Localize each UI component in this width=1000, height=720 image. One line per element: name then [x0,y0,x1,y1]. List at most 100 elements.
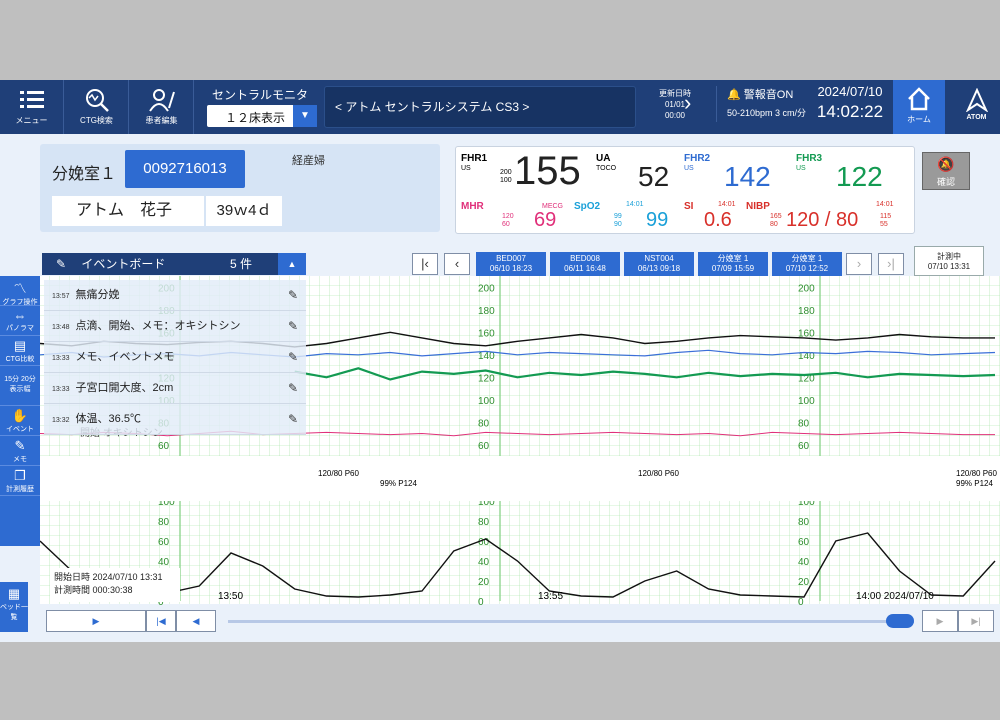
fhr1-mode: US [461,165,471,172]
ua-tick-label: 80 [478,517,490,528]
alarm-confirm-button[interactable]: 🔕 確認 [922,152,970,190]
display-width-label: 15分 20分 表示幅 [4,376,36,393]
app-window: メニュー CTG検索 患者編集 セントラルモニタ １２床表示 ▼ < アトム セ… [0,80,1000,642]
play-button[interactable]: ▶ [46,610,146,632]
memo-icon: ✎ [14,438,26,453]
panorama-button[interactable]: ⇔ パノラマ [0,306,40,336]
eventboard-header[interactable]: ✎ イベントボード 5 件 ▲ [42,253,306,275]
bed-display-value: １２床表示 [225,111,286,125]
ua-tick-label: 40 [158,557,170,568]
measurement-info: 開始日時 2024/07/10 13:31 計測時間 000:30:38 [50,568,180,602]
side-toolbar: 〽グラフ操作 ⇔ パノラマ ▤ CTG比較 15分 20分 表示幅 ✋ イベント ✎ メ… [0,276,40,546]
nibp-time: 14:01 [876,201,894,208]
fhr2-mode: US [684,165,694,172]
bed-display-select[interactable]: １２床表示 ▼ [207,105,317,127]
tab-history-4[interactable]: 分娩室 1 07/09 15:59 [698,252,768,276]
collapse-icon[interactable]: ▲ [278,253,306,275]
bell-icon: 🔔 [727,89,741,101]
pencil-icon[interactable]: ✎ [288,373,298,403]
timeline-handle[interactable] [886,614,914,628]
memo-button[interactable]: ✎ メモ [0,436,40,466]
event-time: 13:57 [52,293,70,300]
fhr-tick-label: 200 [798,283,815,294]
event-item[interactable]: 13:57 無痛分娩 ✎ [44,280,306,311]
tab-current-label: 計測中 [937,252,961,261]
ctg-search-button[interactable]: CTG検索 [65,80,129,134]
event-button[interactable]: ✋ イベント [0,406,40,436]
tab-history-2[interactable]: BED008 06/11 16:48 [550,252,620,276]
ctg-compare-button[interactable]: ▤ CTG比較 [0,336,40,366]
tab-history-5[interactable]: 分娩室 1 07/10 12:52 [772,252,842,276]
ua-tick-label: 60 [158,537,170,548]
event-count: 5 件 [230,257,253,271]
menu-button[interactable]: メニュー [0,80,64,134]
vitals-panel: FHR1 US 200 100 155 UA TOCO 52 FHR2 US 1… [455,146,915,234]
next-icon[interactable]: › [684,90,691,116]
graph-ops-button[interactable]: 〽グラフ操作 [0,276,40,306]
menu-label: メニュー [15,116,48,125]
patient-id-button[interactable]: 0092716013 [125,150,245,188]
timeline-track[interactable] [228,620,914,623]
event-time: 13:32 [52,417,70,424]
step-back-button[interactable]: ◀ [176,610,216,632]
event-list: 13:57 無痛分娩 ✎ 13:48 点滴、開始、メモ：オキシトシン ✎ 13:33 メモ… [44,280,306,436]
bed-list-label: ベッド一覧 [0,604,28,621]
tab-history-1[interactable]: BED007 06/10 18:23 [476,252,546,276]
fhr-tick-label: 180 [478,306,495,317]
display-width-button[interactable]: 15分 20分 表示幅 [0,366,40,406]
pencil-icon[interactable]: ✎ [288,311,298,341]
nibp-label: NIBP [746,201,770,212]
last-page-button[interactable]: ›| [878,253,904,275]
home-button[interactable]: ホーム [893,80,945,134]
event-label: イベント [6,426,34,433]
next-page-button[interactable]: › [846,253,872,275]
tab-bed: BED008 [570,254,600,263]
ua-mode: TOCO [596,165,617,172]
fhr-tick-label: 60 [478,441,490,452]
pencil-icon[interactable]: ✎ [288,280,298,310]
event-item[interactable]: 13:33 子宮口開大度、2cm ✎ [44,373,306,404]
pencil-icon[interactable]: ✎ [288,342,298,372]
event-item[interactable]: 13:33 メモ、イベントメモ ✎ [44,342,306,373]
eventboard-title: イベントボード [81,257,166,271]
update-time: 00:00 [664,111,686,120]
event-icon: ✋ [11,408,29,423]
fhr1-label: FHR1 [461,153,488,164]
skip-start-button[interactable]: |◀ [146,610,176,632]
ua-tick-label: 60 [478,537,490,548]
bed-list-button[interactable]: ▦ ベッド一覧 [0,582,28,632]
tab-history-3[interactable]: NST004 06/13 09:18 [624,252,694,276]
skip-end-button[interactable]: ▶| [958,610,994,632]
alarm-status[interactable]: 🔔 警報音ON 50-210bpm 3 cm/分 [716,86,808,122]
top-bar: メニュー CTG検索 患者編集 セントラルモニタ １２床表示 ▼ < アトム セ… [0,80,1000,134]
system-title[interactable]: < アトム セントラルシステム CS3 > [324,86,636,128]
tab-bed: 分娩室 1 [791,254,823,263]
mhr-value: 69 [534,209,557,231]
tab-current[interactable]: 計測中 07/10 13:31 [914,246,984,276]
prev-page-button[interactable]: ‹ [444,253,470,275]
home-icon [908,87,930,111]
alarm-label: 警報音ON [743,89,794,101]
update-date: 01/01 [664,100,686,109]
ua-label: UA [596,153,611,164]
event-item[interactable]: 13:32 体温、36.5℃ ✎ [44,404,306,435]
event-item[interactable]: 13:48 点滴、開始、メモ：オキシトシン ✎ [44,311,306,342]
ua-value: 52 [638,161,670,192]
history-button[interactable]: ❐ 計測履歴 [0,466,40,496]
ua-tick-label: 60 [798,537,810,548]
spo2-value: 99 [646,209,669,231]
ua-grid [40,501,1000,604]
fhr1-range-lo: 100 [500,177,512,184]
history-label: 計測履歴 [6,486,34,493]
chevron-down-icon: ▼ [293,105,317,127]
pencil-icon[interactable]: ✎ [288,404,298,434]
measure-elapsed: 計測時間 000:30:38 [54,585,133,595]
brand-logo: ATOM [953,80,1000,134]
step-forward-button[interactable]: ▶ [922,610,958,632]
atom-logo-icon [965,88,988,112]
first-page-button[interactable]: |‹ [412,253,438,275]
fhr-tick-label: 60 [158,441,170,452]
patient-edit-button[interactable]: 患者編集 [130,80,194,134]
fhr1-range-hi: 200 [500,169,512,176]
nibp-dia-hi: 115 [880,213,892,220]
